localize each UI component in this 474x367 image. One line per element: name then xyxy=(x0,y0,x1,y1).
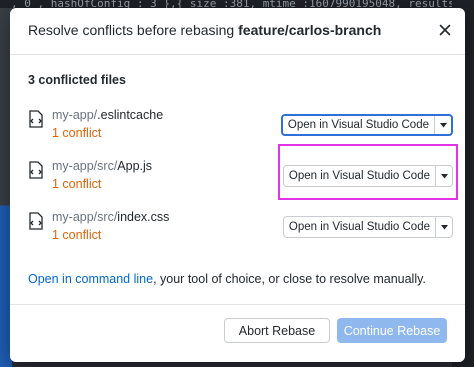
open-in-editor-split-button: Open in Visual Studio Code xyxy=(282,165,453,187)
resolve-conflicts-dialog: Resolve conflicts before rebasing featur… xyxy=(10,8,465,362)
branch-name: feature/carlos-branch xyxy=(238,22,382,38)
open-in-editor-button[interactable]: Open in Visual Studio Code xyxy=(284,217,435,237)
open-in-command-line-link[interactable]: Open in command line xyxy=(28,272,153,286)
resolve-instructions: Open in command line, your tool of choic… xyxy=(28,272,426,286)
open-in-editor-button[interactable]: Open in Visual Studio Code xyxy=(283,116,434,134)
file-diff-icon xyxy=(29,110,43,128)
caret-down-icon xyxy=(440,173,448,178)
file-diff-icon xyxy=(29,161,43,179)
abort-rebase-button[interactable]: Abort Rebase xyxy=(224,318,330,343)
caret-down-icon xyxy=(439,122,447,127)
dialog-title: Resolve conflicts before rebasing featur… xyxy=(28,22,381,38)
open-in-editor-dropdown[interactable] xyxy=(434,116,451,134)
open-in-editor-button[interactable]: Open in Visual Studio Code xyxy=(284,166,435,186)
file-path: my-app/.eslintcache xyxy=(52,108,163,122)
file-dir: my-app/ xyxy=(52,108,98,122)
close-button[interactable] xyxy=(435,20,455,40)
open-in-editor-split-button: Open in Visual Studio Code xyxy=(280,114,453,136)
conflict-count: 1 conflict xyxy=(52,126,102,140)
open-in-editor-dropdown[interactable] xyxy=(435,166,452,186)
background-editor-top: , 0 , hashOfConfig : 3 },{ size :381, mt… xyxy=(0,0,474,8)
conflict-count: 1 conflict xyxy=(52,228,102,242)
continue-rebase-button[interactable]: Continue Rebase xyxy=(337,318,447,343)
conflict-count: 1 conflict xyxy=(52,177,102,191)
open-in-editor-dropdown[interactable] xyxy=(435,217,452,237)
conflicted-files-count: 3 conflicted files xyxy=(28,73,126,87)
conflicted-file-row: my-app/src/App.js 1 conflict Open in Vis… xyxy=(28,159,453,201)
file-path: my-app/src/App.js xyxy=(52,159,152,173)
open-in-editor-split-button: Open in Visual Studio Code xyxy=(282,216,453,238)
conflicted-file-row: my-app/src/index.css 1 conflict Open in … xyxy=(28,210,453,252)
dialog-header: Resolve conflicts before rebasing featur… xyxy=(10,8,465,55)
file-diff-icon xyxy=(29,212,43,230)
close-icon xyxy=(439,24,451,36)
dialog-footer: Abort Rebase Continue Rebase xyxy=(10,304,465,362)
file-dir: my-app/src/ xyxy=(52,159,118,173)
file-dir: my-app/src/ xyxy=(52,210,118,224)
file-name: index.css xyxy=(117,210,170,224)
dialog-title-prefix: Resolve conflicts before rebasing xyxy=(28,22,235,38)
file-name: App.js xyxy=(117,159,153,173)
caret-down-icon xyxy=(440,224,448,229)
instructions-text: , your tool of choice, or close to resol… xyxy=(153,272,426,286)
file-name: .eslintcache xyxy=(97,108,164,122)
file-path: my-app/src/index.css xyxy=(52,210,169,224)
conflicted-file-row: my-app/.eslintcache 1 conflict Open in V… xyxy=(28,108,453,150)
